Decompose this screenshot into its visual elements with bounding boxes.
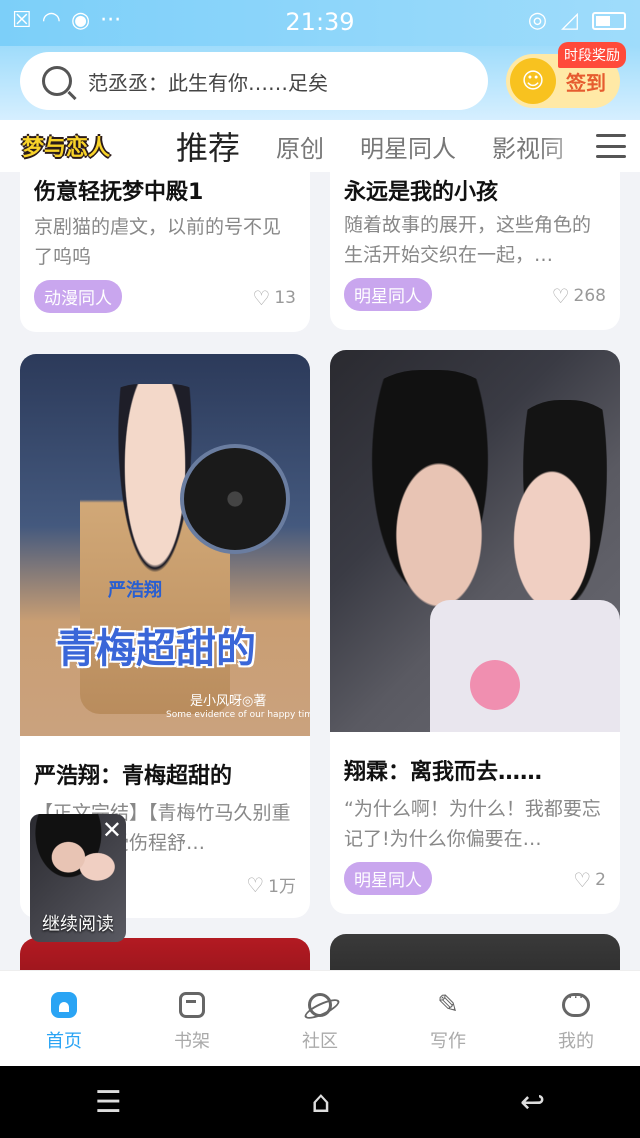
nav-label: 我的 <box>558 1031 594 1052</box>
nav-label: 书架 <box>174 1031 210 1052</box>
like-count[interactable]: ♡ 13 <box>252 286 296 310</box>
pen-icon: ✎ <box>437 990 459 1020</box>
search-bar[interactable]: 范丞丞：此生有你……足矣 <box>20 52 488 110</box>
nav-label: 社区 <box>302 1031 338 1052</box>
story-card[interactable]: 伤意轻抚梦中殿1 京剧猫的虐文，以前的号不见了呜呜 动漫同人 ♡ 13 <box>20 172 310 332</box>
like-count[interactable]: ♡ 268 <box>552 284 606 308</box>
cover-vinyl <box>180 444 290 554</box>
story-card[interactable] <box>20 938 310 970</box>
status-bar: ☒ ◠ ◉ ··· 21:39 ◎ ◿ <box>0 0 640 46</box>
nav-label: 写作 <box>430 1031 466 1052</box>
tab-celebrity-fanfic[interactable]: 明星同人 <box>360 129 456 164</box>
heart-icon: ♡ <box>246 872 265 897</box>
nav-home[interactable]: 首页 <box>0 971 128 1066</box>
heart-icon: ♡ <box>573 868 592 892</box>
planet-icon <box>308 993 332 1017</box>
app-logo: 梦与恋人 <box>22 136 111 161</box>
story-card[interactable]: 翔霖：离我而去…… “为什么啊！为什么！我都要忘记了!为什么你偏要在… 明星同人… <box>330 350 620 914</box>
menu-icon[interactable] <box>596 134 626 158</box>
close-icon[interactable]: ✕ <box>102 818 122 842</box>
nav-bookshelf[interactable]: 书架 <box>128 971 256 1066</box>
status-right-icons: ◎ ◿ <box>528 8 626 33</box>
story-tag[interactable]: 明星同人 <box>344 278 432 311</box>
story-title: 严浩翔：青梅超甜的 <box>34 764 233 789</box>
cover-subtitle: Some evidence of our happy time. <box>166 710 310 720</box>
bookshelf-icon <box>179 992 205 1018</box>
category-tabs: 梦与恋人 推荐 原创 明星同人 影视同 <box>0 120 640 172</box>
system-back-icon[interactable]: ↩ <box>520 1085 545 1120</box>
story-cover-image[interactable]: 严浩翔 青梅超甜的 是小风呀◎著 Some evidence of our ha… <box>20 354 310 736</box>
battery-icon <box>592 11 626 30</box>
story-card[interactable]: 永远是我的小孩 随着故事的展开，这些角色的生活开始交织在一起，… 明星同人 ♡ … <box>330 172 620 330</box>
tab-recommend[interactable]: 推荐 <box>176 123 240 169</box>
story-cover-image[interactable] <box>330 350 620 732</box>
story-summary: “为什么啊！为什么！我都要忘记了!为什么你偏要在… <box>344 798 601 850</box>
continue-reading-widget[interactable]: ✕ 继续阅读 <box>30 814 126 942</box>
signin-coin-icon: ☺ <box>510 58 556 104</box>
message-icon <box>562 990 590 1017</box>
like-count-value: 2 <box>595 870 606 890</box>
story-card[interactable] <box>330 934 620 970</box>
tab-original[interactable]: 原创 <box>276 129 324 164</box>
like-count-value: 13 <box>274 288 296 308</box>
story-title: 翔霖：离我而去…… <box>344 760 543 785</box>
like-count[interactable]: ♡ 1万 <box>246 872 296 898</box>
reward-badge: 时段奖励 <box>558 42 626 68</box>
cover-character-name: 严浩翔 <box>108 580 162 601</box>
nav-community[interactable]: 社区 <box>256 971 384 1066</box>
story-title: 伤意轻抚梦中殿1 <box>34 180 204 205</box>
search-placeholder[interactable]: 范丞丞：此生有你……足矣 <box>88 67 328 96</box>
cover-title: 青梅超甜的 <box>56 626 256 672</box>
system-navigation: ☰ ⌂ ↩ <box>0 1066 640 1138</box>
story-title: 永远是我的小孩 <box>344 180 499 205</box>
story-summary: 京剧猫的虐文，以前的号不见了呜呜 <box>34 216 282 268</box>
headphones-icon: ◎ <box>527 8 548 33</box>
story-tag[interactable]: 明星同人 <box>344 862 432 895</box>
like-count[interactable]: ♡ 2 <box>573 868 606 892</box>
no-signal-icon: ◿ <box>561 8 578 33</box>
continue-reading-label: 继续阅读 <box>42 914 114 935</box>
like-count-value: 268 <box>573 286 606 306</box>
top-header: 范丞丞：此生有你……足矣 ☺ 签到 时段奖励 <box>0 42 640 120</box>
search-icon <box>42 66 72 96</box>
system-menu-icon[interactable]: ☰ <box>95 1085 122 1120</box>
story-tag[interactable]: 动漫同人 <box>34 280 122 313</box>
cover-shirt <box>430 600 620 732</box>
nav-profile[interactable]: 我的 <box>512 971 640 1066</box>
nav-label: 首页 <box>46 1031 82 1052</box>
bottom-navigation: 首页 书架 社区 ✎ 写作 我的 <box>0 970 640 1066</box>
nav-write[interactable]: ✎ 写作 <box>384 971 512 1066</box>
like-count-value: 1万 <box>268 877 296 897</box>
heart-icon: ♡ <box>252 286 271 310</box>
story-summary: 随着故事的展开，这些角色的生活开始交织在一起，… <box>344 214 592 266</box>
signin-label: 签到 <box>566 70 606 95</box>
heart-icon: ♡ <box>551 284 570 308</box>
system-home-icon[interactable]: ⌂ <box>311 1085 330 1120</box>
home-icon <box>51 992 77 1018</box>
cover-author: 是小风呀◎著 <box>190 694 267 709</box>
